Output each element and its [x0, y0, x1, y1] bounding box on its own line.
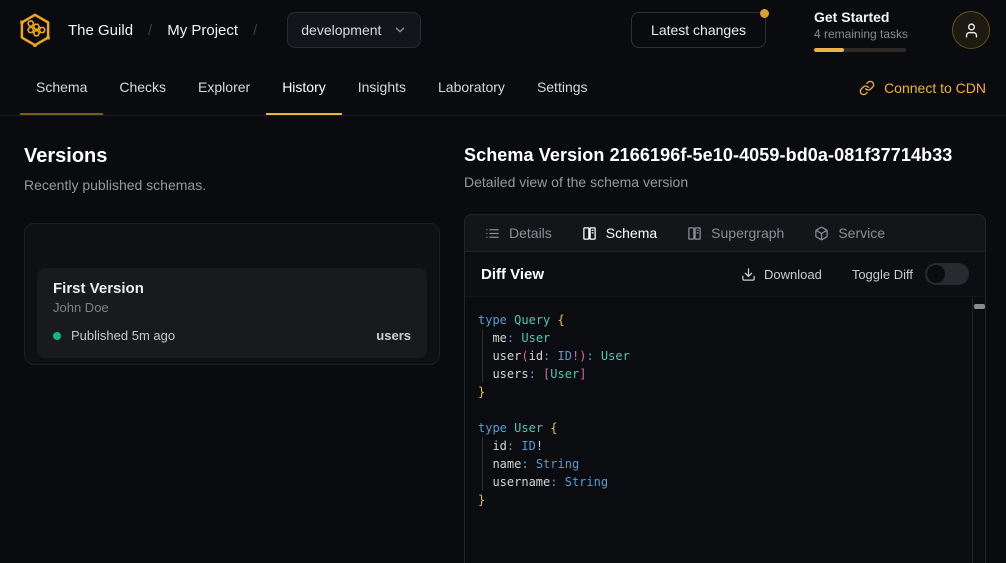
link-icon	[859, 80, 875, 96]
progress-fill	[814, 48, 844, 52]
detail-tab-label: Service	[838, 225, 885, 241]
code-line	[478, 401, 959, 419]
detail-tabs: Details Schema Supergraph Service	[465, 215, 985, 252]
schema-version-panel: Schema Version 2166196f-5e10-4059-bd0a-0…	[452, 116, 1006, 563]
code-line: users: [User]	[478, 365, 959, 383]
main-content: Versions Recently published schemas. Fir…	[0, 116, 1006, 563]
get-started-title: Get Started	[814, 9, 906, 25]
nav-tab-history[interactable]: History	[266, 60, 342, 115]
versions-list: First Version John Doe Published 5m ago use…	[24, 223, 440, 365]
breadcrumb-project[interactable]: My Project	[167, 22, 238, 39]
breadcrumb-separator: /	[253, 22, 257, 39]
nav-tab-checks[interactable]: Checks	[103, 60, 182, 115]
nav-tab-settings[interactable]: Settings	[521, 60, 604, 115]
code-line: username: String	[478, 473, 959, 491]
get-started-widget[interactable]: Get Started 4 remaining tasks	[814, 9, 906, 52]
get-started-progressbar	[814, 48, 906, 52]
detail-tab-schema[interactable]: Schema	[582, 225, 657, 241]
connect-to-cdn-label: Connect to CDN	[884, 80, 986, 96]
connect-to-cdn-link[interactable]: Connect to CDN	[859, 60, 990, 115]
target-selector-dropdown[interactable]: development	[287, 12, 421, 48]
toggle-diff-label: Toggle Diff	[852, 267, 913, 282]
service-name-badge: users	[376, 328, 411, 343]
latest-changes-label: Latest changes	[651, 22, 746, 38]
detail-tab-service[interactable]: Service	[814, 225, 885, 241]
switch-knob	[927, 265, 945, 283]
version-author: John Doe	[53, 300, 411, 315]
diff-actions: Download Toggle Diff	[741, 263, 969, 285]
nav-tab-insights[interactable]: Insights	[342, 60, 422, 115]
nav-tab-schema[interactable]: Schema	[20, 60, 103, 115]
detail-tab-label: Schema	[606, 225, 657, 241]
vertical-scrollbar	[972, 297, 985, 563]
code-line: }	[478, 383, 959, 401]
code-line: id: ID!	[478, 437, 959, 455]
download-button[interactable]: Download	[741, 267, 822, 282]
user-icon	[963, 22, 980, 39]
columns-icon	[687, 226, 702, 241]
schema-code-viewer: type Query { me: User user(id: ID!): Use…	[465, 297, 985, 563]
schema-detail-card: Details Schema Supergraph Service Diff View…	[464, 214, 986, 563]
scrollbar-thumb[interactable]	[974, 304, 985, 309]
guild-logo-icon[interactable]	[16, 11, 54, 49]
nav-tab-laboratory[interactable]: Laboratory	[422, 60, 521, 115]
versions-title: Versions	[24, 145, 440, 168]
schema-version-title: Schema Version 2166196f-5e10-4059-bd0a-0…	[464, 145, 986, 166]
detail-tab-label: Supergraph	[711, 225, 784, 241]
detail-tab-details[interactable]: Details	[485, 225, 552, 241]
list-icon	[485, 226, 500, 241]
code-line: type Query {	[478, 311, 959, 329]
diff-view-title: Diff View	[481, 266, 544, 283]
detail-tab-label: Details	[509, 225, 552, 241]
breadcrumb-org[interactable]: The Guild	[68, 22, 133, 39]
download-label: Download	[764, 267, 822, 282]
columns-icon	[582, 226, 597, 241]
get-started-subtitle: 4 remaining tasks	[814, 27, 906, 41]
versions-subtitle: Recently published schemas.	[24, 177, 440, 193]
code-line: type User {	[478, 419, 959, 437]
code-lines: type Query { me: User user(id: ID!): Use…	[478, 311, 959, 509]
notification-dot	[760, 9, 769, 18]
download-icon	[741, 267, 756, 282]
chevron-down-icon	[393, 23, 407, 37]
cube-icon	[814, 226, 829, 241]
version-name: First Version	[53, 280, 411, 297]
version-list-item[interactable]: First Version John Doe Published 5m ago use…	[37, 268, 427, 358]
nav-tabs: SchemaChecksExplorerHistoryInsightsLabor…	[20, 60, 604, 115]
version-meta: Published 5m ago users	[53, 328, 411, 343]
code-line: user(id: ID!): User	[478, 347, 959, 365]
app-screen: The Guild / My Project / development Lat…	[0, 0, 1006, 563]
code-line: me: User	[478, 329, 959, 347]
breadcrumb-separator: /	[148, 22, 152, 39]
published-status-dot	[53, 332, 61, 340]
user-menu-button[interactable]	[952, 11, 990, 49]
code-line: }	[478, 491, 959, 509]
latest-changes-button[interactable]: Latest changes	[631, 12, 766, 48]
toggle-diff-switch[interactable]	[925, 263, 969, 285]
version-status: Published 5m ago	[71, 328, 175, 343]
diff-view-header: Diff View Download Toggle Diff	[465, 252, 985, 297]
detail-tab-supergraph[interactable]: Supergraph	[687, 225, 784, 241]
code-line: name: String	[478, 455, 959, 473]
main-nav: SchemaChecksExplorerHistoryInsightsLabor…	[0, 60, 1006, 116]
top-header: The Guild / My Project / development Lat…	[0, 0, 1006, 60]
nav-tab-explorer[interactable]: Explorer	[182, 60, 266, 115]
versions-panel: Versions Recently published schemas. Fir…	[0, 116, 452, 563]
target-selector-value: development	[301, 22, 381, 38]
schema-version-subtitle: Detailed view of the schema version	[464, 174, 986, 190]
